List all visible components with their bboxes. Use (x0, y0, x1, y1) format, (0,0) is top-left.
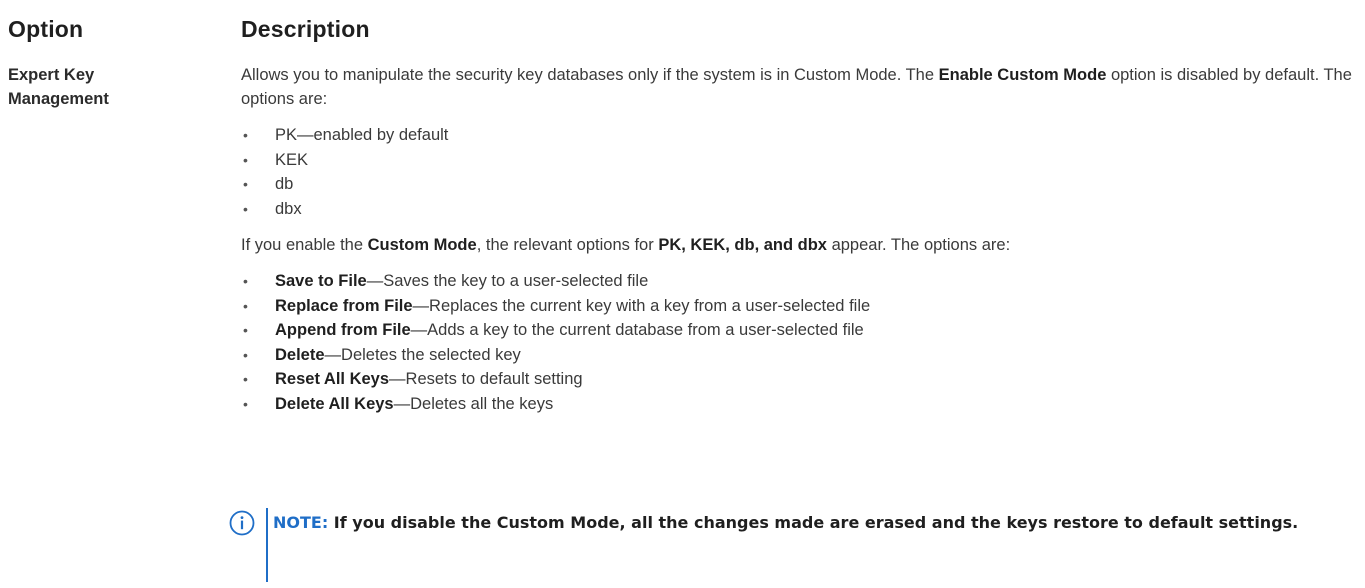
list-item-text: —Replaces the current key with a key fro… (412, 296, 871, 315)
custom-options-list: • Save to File—Saves the key to a user-se… (241, 269, 1359, 416)
list-item: • PK—enabled by default (241, 123, 1359, 148)
default-keys-list: • PK—enabled by default • KEK • db • dbx (241, 123, 1359, 221)
bullet-icon: • (243, 371, 248, 387)
option-description: Allows you to manipulate the security ke… (241, 63, 1359, 428)
bullet-icon: • (243, 176, 248, 192)
note-text: NOTE: If you disable the Custom Mode, al… (273, 508, 1353, 537)
custom-text-2: , the relevant options for (476, 236, 659, 254)
custom-mode-paragraph: If you enable the Custom Mode, the relev… (241, 233, 1359, 257)
list-item-name: Append from File (275, 321, 411, 339)
intro-bold: Enable Custom Mode (938, 66, 1107, 84)
list-item: • Delete—Deletes the selected key (241, 343, 1359, 368)
list-item-text: KEK (275, 150, 309, 169)
custom-bold-1: Custom Mode (367, 236, 477, 254)
bullet-icon: • (243, 322, 248, 338)
custom-text-3: appear. The options are: (827, 236, 1011, 254)
list-item-text: —Adds a key to the current database from… (410, 321, 864, 339)
note-accent-bar (266, 508, 268, 582)
intro-text-1: Allows you to manipulate the security ke… (241, 66, 939, 84)
list-item-name: Replace from File (275, 296, 413, 315)
list-item: • dbx (241, 197, 1359, 222)
note-body: If you disable the Custom Mode, all the … (328, 513, 1299, 532)
option-name: Expert Key Management (8, 63, 208, 111)
list-item: • Save to File—Saves the key to a user-se… (241, 269, 1359, 294)
custom-bold-2: PK, KEK, db, and dbx (658, 236, 827, 254)
list-item-text: PK—enabled by default (275, 126, 449, 144)
list-item: • db (241, 172, 1359, 197)
list-item-text: —Resets to default setting (389, 370, 583, 388)
bullet-icon: • (243, 151, 248, 168)
list-item-name: Delete (275, 345, 325, 364)
list-item-text: —Saves the key to a user-selected file (366, 272, 649, 290)
custom-text-1: If you enable the (241, 236, 368, 254)
option-name-text: Expert Key Management (8, 66, 109, 108)
intro-paragraph: Allows you to manipulate the security ke… (241, 63, 1359, 111)
list-item-text: db (275, 175, 294, 193)
list-item-name: Delete All Keys (275, 394, 394, 413)
list-item-name: Reset All Keys (275, 370, 390, 388)
list-item: • KEK (241, 148, 1359, 173)
bullet-icon: • (243, 395, 248, 412)
note-label: NOTE: (273, 513, 329, 532)
option-column-header: Option (8, 16, 84, 42)
bullet-icon: • (243, 200, 248, 217)
list-item-text: dbx (275, 199, 302, 218)
list-item: • Append from File—Adds a key to the curr… (241, 318, 1359, 343)
list-item-text: —Deletes all the keys (393, 394, 554, 413)
list-item: • Replace from File—Replaces the current … (241, 294, 1359, 319)
list-item: • Delete All Keys—Deletes all the keys (241, 392, 1359, 417)
document-page: Option Description Expert Key Management… (0, 0, 1365, 588)
bullet-icon: • (243, 346, 248, 363)
list-item-name: Save to File (275, 272, 367, 290)
table-header: Option Description (0, 12, 1365, 46)
list-item: • Reset All Keys—Resets to default settin… (241, 367, 1359, 392)
bullet-icon: • (243, 273, 248, 289)
bullet-icon: • (243, 297, 248, 314)
list-item-text: —Deletes the selected key (324, 345, 521, 364)
info-icon (229, 510, 255, 536)
bullet-icon: • (243, 127, 248, 143)
note-callout: NOTE: If you disable the Custom Mode, al… (229, 508, 1359, 582)
description-column-header: Description (241, 16, 370, 42)
